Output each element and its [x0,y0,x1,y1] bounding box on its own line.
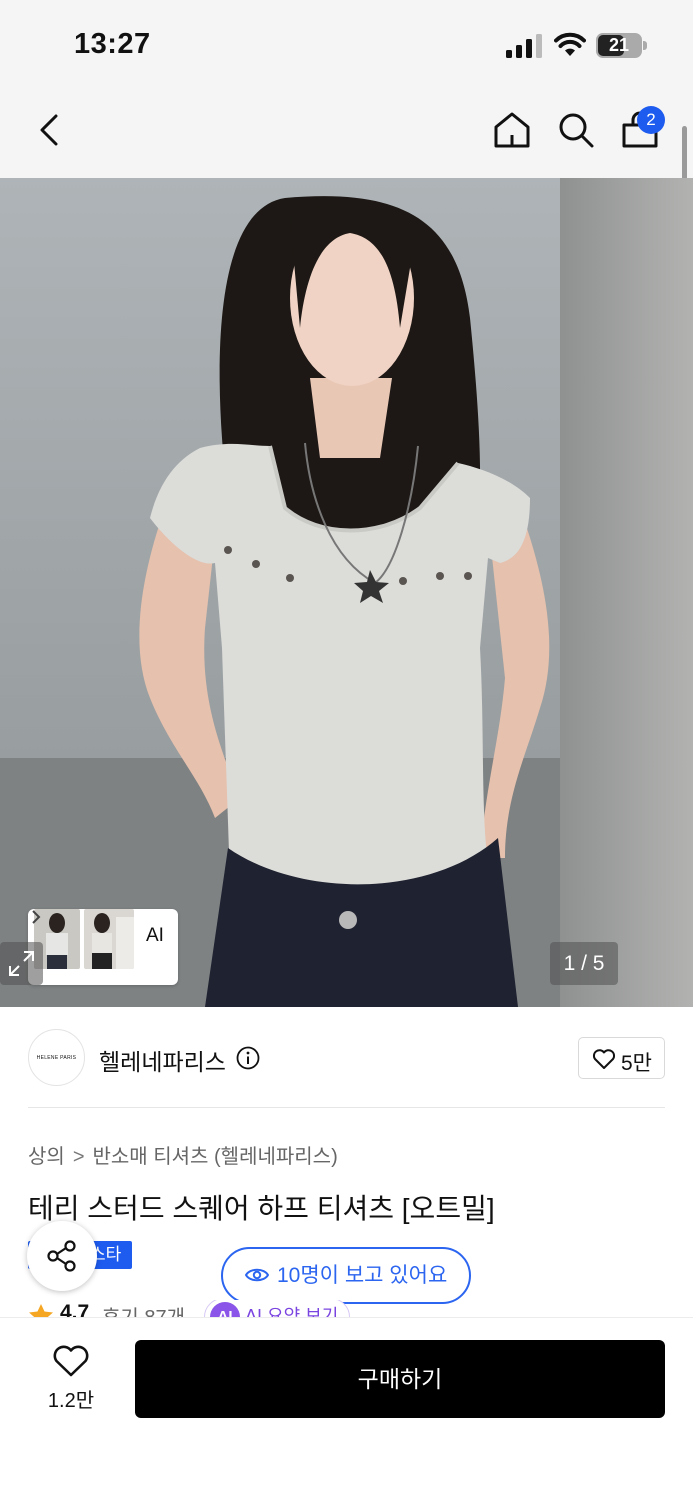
product-title: 테리 스터드 스퀘어 하프 티셔츠 [오트밀] [28,1193,495,1224]
brand-logo[interactable]: HELENE PARIS [28,1029,85,1086]
ai-lookbook-card[interactable]: AI [28,909,178,985]
image-counter: 1 / 5 [550,942,618,985]
viewers-text: 10명이 보고 있어요 [277,1264,448,1287]
brand-like-count: 5만 [621,1052,652,1075]
status-bar: 13:27 21 [0,0,693,92]
status-time: 13:27 [74,28,151,60]
expand-icon[interactable] [0,942,43,985]
product-image-gallery[interactable]: AI 1 / 5 [0,178,693,1007]
chevron-right-icon: > [72,1146,85,1168]
breadcrumb-category[interactable]: 상의 [28,1146,65,1168]
heart-icon [53,1345,89,1377]
wishlist-button[interactable]: 1.2만 [40,1342,102,1412]
chevron-right-icon [32,910,41,924]
info-icon[interactable] [236,1046,260,1070]
viewers-badge: 10명이 보고 있어요 [221,1247,471,1304]
battery-icon: 21 [596,33,648,58]
share-icon [47,1240,76,1272]
eye-icon [245,1268,269,1282]
brand-like-button[interactable]: 5만 [578,1037,665,1079]
battery-level: 21 [608,35,630,55]
product-photo [0,178,693,1007]
wishlist-count: 1.2만 [47,1390,95,1412]
brand-name[interactable]: 헬레네파리스 [99,1043,226,1077]
buy-button[interactable]: 구매하기 [135,1340,665,1418]
cart-count-badge: 2 [637,106,665,134]
share-button[interactable] [27,1221,97,1291]
wifi-icon [554,32,586,56]
top-nav [0,92,693,178]
breadcrumb: 상의 > 반소매 티셔츠 (헬레네파리스) [28,1140,338,1169]
divider [28,1107,665,1108]
heart-icon [592,1049,616,1069]
back-arrow-icon[interactable] [30,110,70,150]
search-icon[interactable] [556,110,596,150]
signal-icon [506,34,542,58]
ai-label: AI [146,925,164,946]
breadcrumb-subcategory[interactable]: 반소매 티셔츠 (헬레네파리스) [93,1146,338,1168]
home-icon[interactable] [492,110,532,150]
thumbnail-image [84,909,134,969]
